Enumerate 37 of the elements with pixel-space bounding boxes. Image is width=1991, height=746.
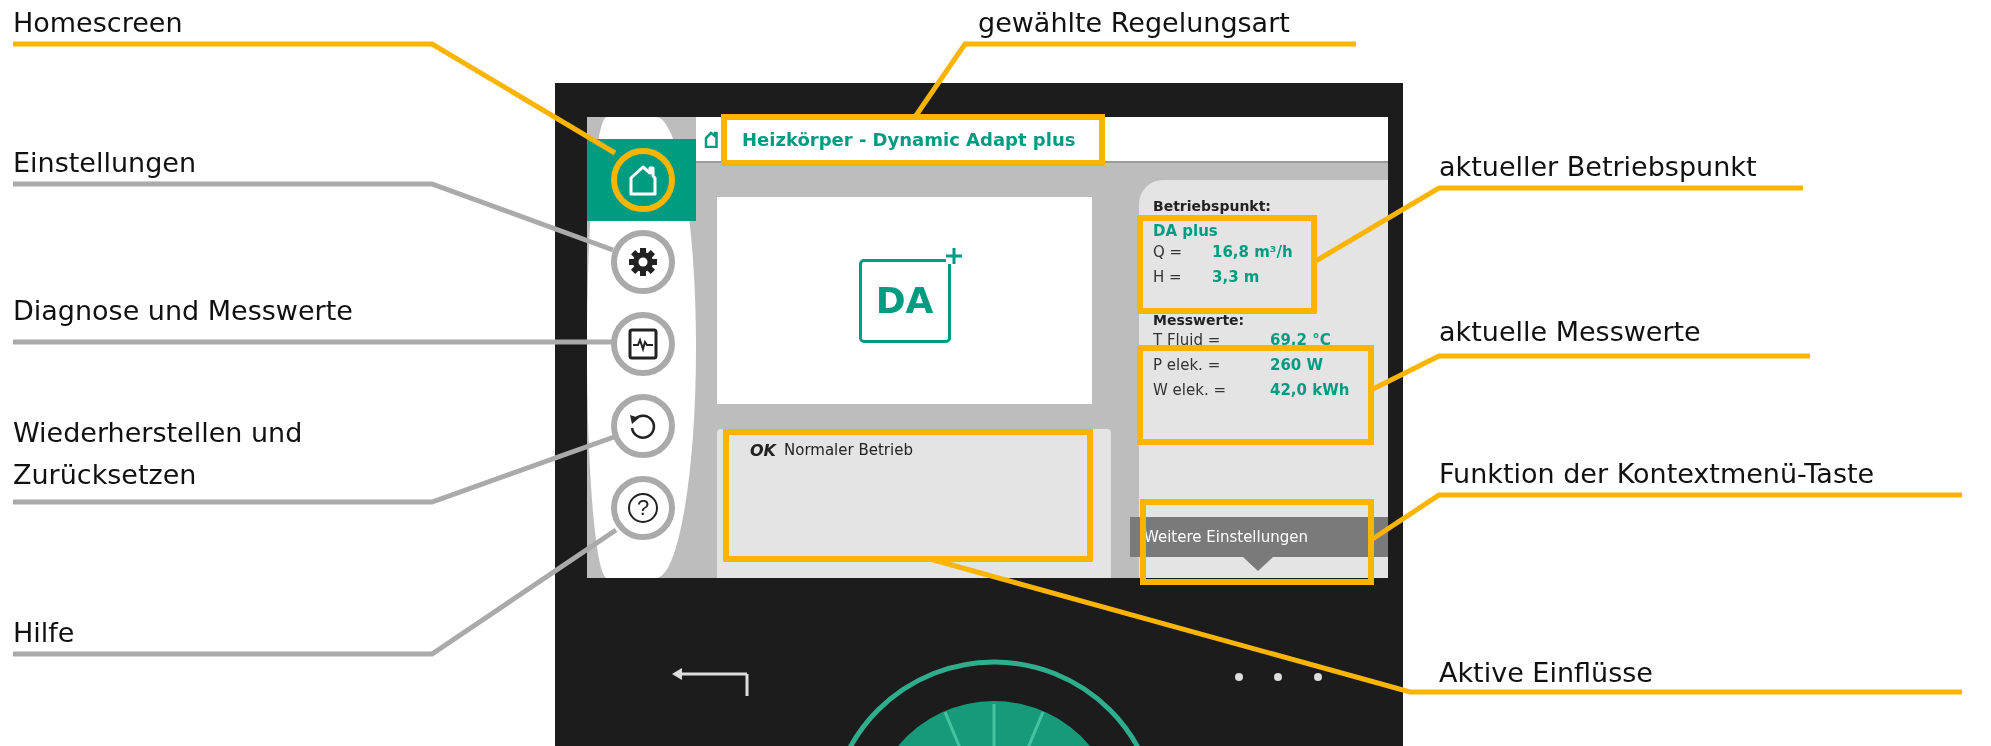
gear-icon bbox=[628, 247, 658, 277]
value-reading: 260 W bbox=[1270, 355, 1324, 376]
value-reading: 3,3 m bbox=[1212, 267, 1260, 288]
value-label: P elek. = bbox=[1153, 355, 1222, 376]
value-label: Q = bbox=[1153, 242, 1184, 263]
value-reading: 16,8 m³/h bbox=[1212, 242, 1293, 263]
status-code: OK bbox=[750, 441, 776, 460]
more-dots-icon[interactable] bbox=[1235, 673, 1322, 681]
callout-label: Aktive Einflüsse bbox=[1439, 656, 1653, 690]
callout-label: gewählte Regelungsart bbox=[978, 6, 1290, 40]
callout-label: Funktion der Kontextmenü-Taste bbox=[1439, 457, 1875, 491]
mode-badge: DA bbox=[858, 258, 951, 343]
dial-knob[interactable] bbox=[898, 701, 1090, 746]
pointer-icon bbox=[1243, 557, 1273, 571]
callout-label: Homescreen bbox=[13, 6, 183, 40]
home-icon bbox=[704, 130, 718, 148]
control-mode-title: Heizkörper - Dynamic Adapt plus bbox=[742, 128, 1076, 150]
value-label: W elek. = bbox=[1153, 380, 1227, 401]
callout-label: Einstellungen bbox=[13, 146, 197, 180]
callout-label: Hilfe bbox=[13, 616, 75, 650]
status-text: Normaler Betrieb bbox=[784, 441, 913, 459]
pulse-monitor-icon bbox=[628, 328, 658, 360]
section-heading: Betriebspunkt: bbox=[1153, 198, 1272, 214]
value-label: T Fluid = bbox=[1153, 330, 1222, 351]
home-icon bbox=[628, 164, 658, 196]
value-label: H = bbox=[1153, 267, 1183, 288]
section-heading: Messwerte: bbox=[1153, 312, 1246, 328]
callout-label: aktueller Betriebspunkt bbox=[1439, 150, 1757, 184]
value-reading: 69,2 °C bbox=[1270, 330, 1331, 351]
callout-label: aktuelle Messwerte bbox=[1439, 315, 1701, 349]
back-arrow-icon[interactable] bbox=[672, 668, 749, 698]
operating-mode: DA plus bbox=[1153, 222, 1219, 240]
callout-label: Wiederherstellen und Zurücksetzen bbox=[13, 416, 304, 492]
menu-item[interactable]: ? bbox=[587, 467, 696, 549]
value-reading: 42,0 kWh bbox=[1270, 380, 1350, 401]
callout-label: Diagnose und Messwerte bbox=[13, 294, 353, 328]
help-icon: ? bbox=[628, 493, 658, 523]
